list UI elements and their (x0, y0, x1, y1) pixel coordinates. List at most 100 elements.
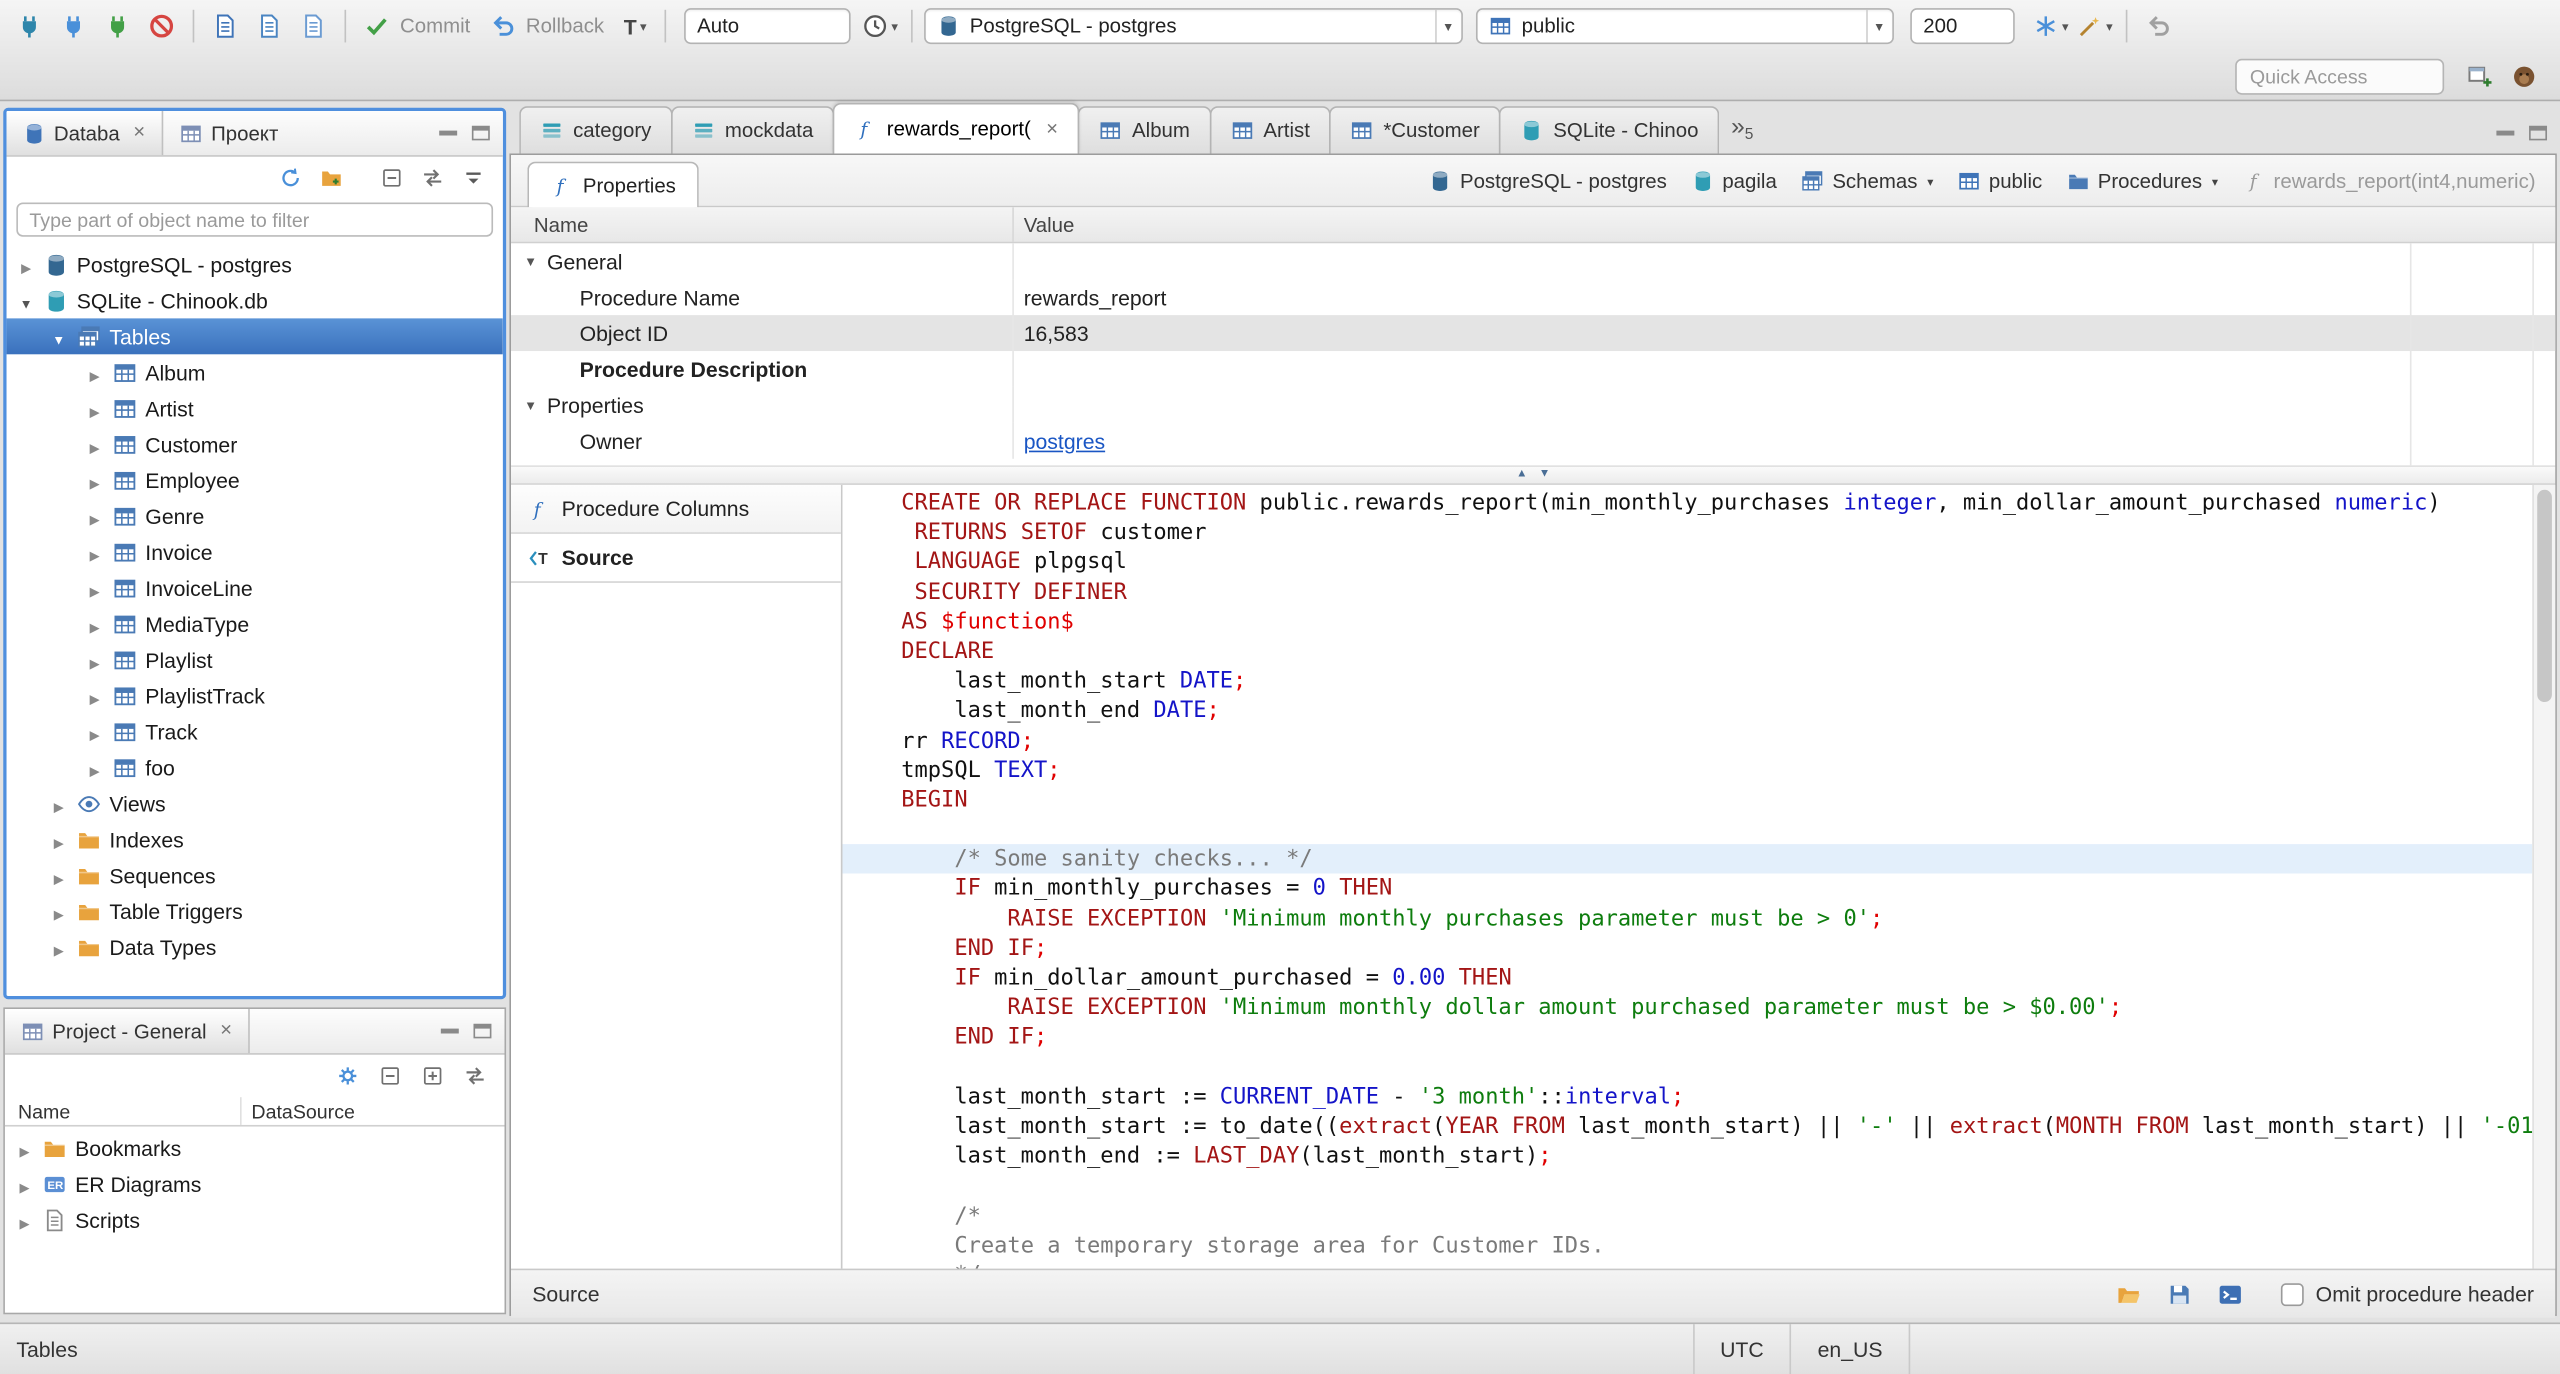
navigator-toolbar-icon[interactable] (376, 162, 409, 195)
combo-dropdown-icon[interactable]: ▼ (1866, 9, 1890, 43)
property-value-cell[interactable] (1014, 243, 2555, 279)
expand-arrow-icon[interactable] (85, 576, 105, 600)
expand-arrow-icon[interactable] (85, 611, 105, 635)
commit-button[interactable]: Commit (400, 15, 470, 38)
minimize-button[interactable] (439, 130, 458, 136)
project-item[interactable]: ER Diagrams (5, 1166, 505, 1202)
connection-combo[interactable]: PostgreSQL - postgres ▼ (924, 8, 1463, 45)
expand-arrow-icon[interactable] (49, 935, 69, 959)
expand-arrow-icon[interactable] (85, 683, 105, 707)
tree-item[interactable]: Views (7, 785, 503, 821)
sql-editor-icon[interactable] (206, 7, 245, 46)
minimize-button[interactable] (2496, 130, 2515, 136)
tab-close-icon[interactable]: ✕ (1046, 120, 1059, 138)
property-value-cell[interactable] (1014, 387, 2555, 423)
expand-arrow-icon[interactable] (49, 791, 69, 815)
expand-arrow-icon[interactable] (85, 360, 105, 384)
sourcebar-icon[interactable] (2110, 1274, 2149, 1313)
breadcrumb-item[interactable]: public (1958, 170, 2042, 193)
panel-tab[interactable]: Проект (164, 111, 295, 155)
project-toolbar-icon[interactable] (459, 1060, 492, 1093)
navigator-toolbar-icon[interactable] (315, 162, 348, 195)
editor-page-item[interactable]: Source (511, 533, 841, 583)
column-header-name[interactable]: Name (511, 207, 1014, 242)
splitter-up-icon[interactable]: ▲ (1516, 467, 1527, 483)
scrollbar-thumb[interactable] (2537, 489, 2552, 703)
breadcrumb-item[interactable]: rewards_report(int4,numeric) (2243, 170, 2536, 193)
tree-item[interactable]: Playlist (7, 642, 503, 678)
property-value-cell[interactable]: postgres (1014, 423, 2555, 459)
editor-tab[interactable]: Artist (1209, 106, 1332, 154)
tree-item[interactable]: Track (7, 713, 503, 749)
fetch-size-input[interactable] (1910, 8, 2015, 45)
expand-arrow-icon[interactable] (49, 863, 69, 887)
property-row[interactable]: ▼ Object ID 16,583 (511, 315, 2556, 352)
editor-tab[interactable]: rewards_report( ✕ (832, 102, 1080, 154)
rollback-icon[interactable] (483, 7, 522, 46)
editor-tab[interactable]: SQLite - Chinoo (1499, 106, 1720, 154)
corner-icon[interactable] (2505, 57, 2544, 96)
toolbar-icon[interactable]: ▾ (2031, 7, 2070, 46)
editor-page-item[interactable]: Procedure Columns (511, 484, 841, 534)
breadcrumb-item[interactable]: pagila (1691, 170, 1777, 193)
maximize-button[interactable] (2529, 125, 2548, 141)
tree-item[interactable]: Customer (7, 426, 503, 462)
editor-tab[interactable]: *Customer (1329, 106, 1501, 154)
property-row[interactable]: ▼ Properties (511, 386, 2555, 423)
breadcrumb-item[interactable]: PostgreSQL - postgres (1429, 170, 1667, 193)
sourcebar-icon[interactable] (2211, 1274, 2250, 1313)
tree-item[interactable]: Genre (7, 498, 503, 534)
expand-arrow-icon[interactable] (15, 1171, 35, 1195)
project-toolbar-icon[interactable] (374, 1060, 407, 1093)
tab-overflow-button[interactable]: » 5 (1731, 114, 1753, 143)
property-value-cell[interactable]: 16,583 (1014, 315, 2555, 351)
tree-item[interactable]: Indexes (7, 821, 503, 857)
tree-item[interactable]: Data Types (7, 929, 503, 965)
tree-item[interactable]: InvoiceLine (7, 570, 503, 606)
rollback-button[interactable]: Rollback (526, 15, 604, 38)
expand-arrow-icon[interactable] (85, 719, 105, 743)
expand-arrow-icon[interactable] (49, 827, 69, 851)
splitter-down-icon[interactable]: ▼ (1539, 467, 1550, 483)
project-item[interactable]: Bookmarks (5, 1130, 505, 1166)
expand-arrow-icon[interactable] (49, 324, 69, 348)
minimize-button[interactable] (440, 1028, 459, 1034)
expand-arrow-icon[interactable] (85, 432, 105, 456)
back-icon[interactable] (2139, 7, 2178, 46)
combo-dropdown-icon[interactable]: ▼ (1435, 9, 1459, 43)
expand-arrow-icon[interactable] (85, 504, 105, 528)
project-toolbar-icon[interactable] (331, 1060, 364, 1093)
commit-mode-combo[interactable]: Auto (684, 8, 851, 45)
project-toolbar-icon[interactable] (416, 1060, 449, 1093)
corner-icon[interactable] (2460, 57, 2499, 96)
expand-arrow-icon[interactable] (15, 1207, 35, 1231)
schema-combo[interactable]: public ▼ (1475, 8, 1894, 45)
transaction-mode-button[interactable]: T ▾ (624, 14, 647, 38)
editor-tab[interactable]: Album (1078, 106, 1212, 154)
expand-arrow-icon[interactable] (16, 252, 36, 276)
project-tab[interactable]: Project - General ✕ (4, 1009, 251, 1054)
collapse-arrow-icon[interactable]: ▼ (524, 398, 547, 413)
breadcrumb-item[interactable]: Procedures ▾ (2067, 170, 2218, 193)
expand-arrow-icon[interactable] (85, 540, 105, 564)
expand-arrow-icon[interactable] (85, 468, 105, 492)
expand-arrow-icon[interactable] (16, 288, 36, 312)
commit-icon[interactable] (358, 7, 397, 46)
column-header-name[interactable]: Name (5, 1097, 242, 1125)
editor-tab[interactable]: mockdata (670, 106, 835, 154)
navigator-toolbar-icon[interactable] (457, 162, 490, 195)
sql-editor-icon[interactable] (294, 7, 333, 46)
close-icon[interactable]: ✕ (220, 1022, 233, 1040)
locale-indicator[interactable]: en_US (1789, 1324, 1911, 1374)
timezone-indicator[interactable]: UTC (1692, 1324, 1790, 1374)
chevron-down-icon[interactable]: ▾ (1927, 174, 1933, 189)
expand-arrow-icon[interactable] (15, 1136, 35, 1160)
close-icon[interactable]: ✕ (133, 124, 146, 142)
sourcebar-icon[interactable] (2161, 1274, 2200, 1313)
expand-arrow-icon[interactable] (49, 899, 69, 923)
object-filter-input[interactable] (16, 202, 494, 237)
properties-splitter[interactable]: ▲ ▼ (511, 465, 2556, 485)
toolbar-icon[interactable]: ▾ (2075, 7, 2114, 46)
maximize-button[interactable] (471, 125, 490, 141)
tree-item[interactable]: Table Triggers (7, 893, 503, 929)
